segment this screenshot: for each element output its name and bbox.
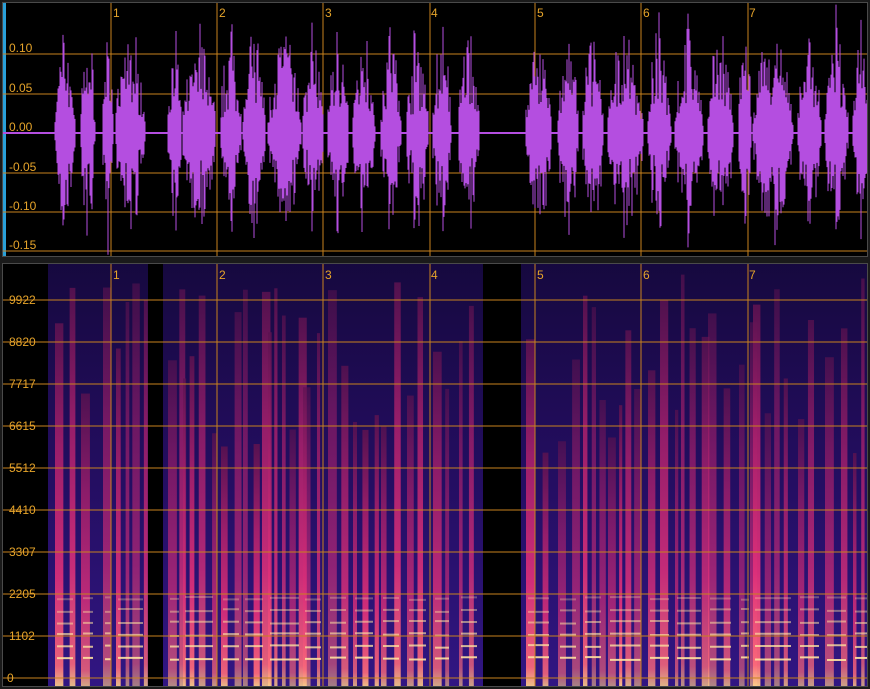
amplitude-label: -0.05 — [9, 160, 37, 174]
marker-2[interactable]: 2 — [219, 7, 226, 19]
amplitude-label: 0.05 — [9, 81, 33, 95]
amplitude-label: 0.10 — [9, 41, 33, 55]
waveform-canvas — [3, 3, 867, 256]
marker-7[interactable]: 7 — [749, 269, 756, 281]
spectrogram-canvas — [3, 264, 867, 686]
frequency-label: 7717 — [9, 377, 36, 391]
marker-4[interactable]: 4 — [431, 7, 438, 19]
marker-3[interactable]: 3 — [325, 269, 332, 281]
spectrogram-panel[interactable]: 9922 8820 7717 6615 5512 4410 3307 2205 … — [2, 263, 868, 687]
frequency-label: 6615 — [9, 419, 36, 433]
frequency-label: 5512 — [9, 461, 36, 475]
amplitude-label: 0.00 — [9, 120, 33, 134]
marker-5[interactable]: 5 — [537, 269, 544, 281]
marker-4[interactable]: 4 — [431, 269, 438, 281]
marker-6[interactable]: 6 — [643, 269, 650, 281]
marker-6[interactable]: 6 — [643, 7, 650, 19]
frequency-label: 4410 — [9, 503, 36, 517]
spectrogram-energy — [48, 264, 867, 686]
marker-3[interactable]: 3 — [325, 7, 332, 19]
amplitude-label: -0.15 — [9, 238, 37, 252]
marker-1[interactable]: 1 — [113, 269, 120, 281]
frequency-label: 3307 — [9, 545, 36, 559]
marker-5[interactable]: 5 — [537, 7, 544, 19]
frequency-label: 1102 — [9, 629, 35, 643]
frequency-label: 8820 — [9, 335, 36, 349]
marker-2[interactable]: 2 — [219, 269, 226, 281]
frequency-label: 9922 — [9, 293, 36, 307]
frequency-label: 2205 — [9, 587, 36, 601]
frequency-label: 0 — [7, 671, 14, 685]
marker-1[interactable]: 1 — [113, 7, 120, 19]
marker-7[interactable]: 7 — [749, 7, 756, 19]
waveform-trace — [54, 4, 867, 255]
amplitude-label: -0.10 — [9, 199, 37, 213]
waveform-panel[interactable]: 0.10 0.05 0.00 -0.05 -0.10 -0.15 1 2 3 4… — [2, 2, 868, 257]
